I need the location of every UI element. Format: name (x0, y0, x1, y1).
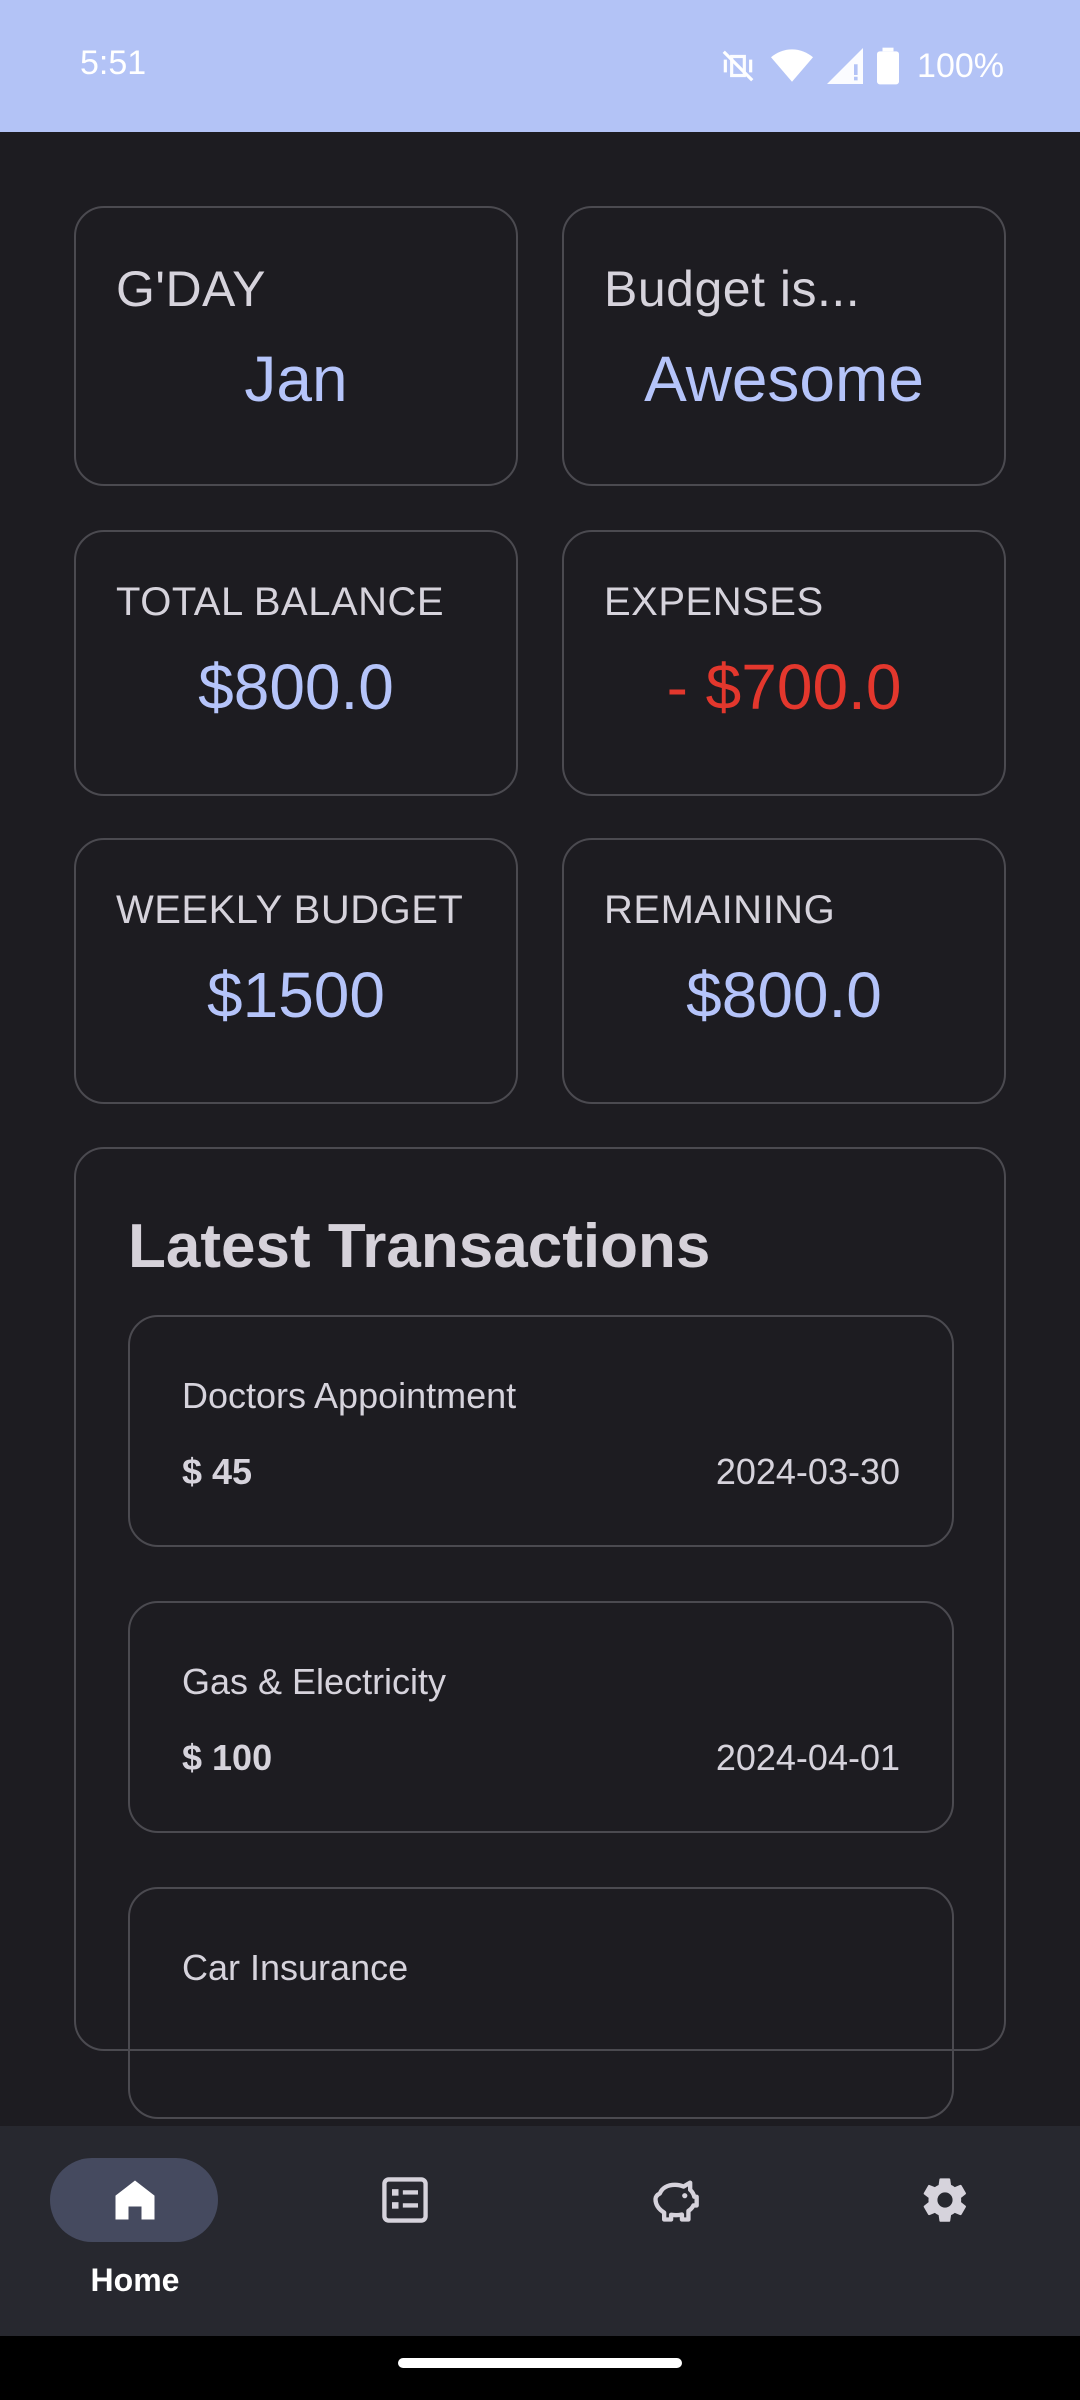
nav-item-savings[interactable] (540, 2126, 810, 2336)
expenses-value: - $700.0 (666, 651, 902, 723)
vibrate-off-icon (722, 50, 754, 82)
status-time: 5:51 (80, 44, 147, 82)
battery-percentage: 100% (917, 46, 1004, 85)
status-bar: 5:51 100% (0, 0, 1080, 132)
transaction-date: 2024-04-01 (715, 1737, 900, 1778)
expenses-label: EXPENSES (604, 580, 824, 624)
transaction-item[interactable]: Gas & Electricity $ 100 2024-04-01 (128, 1601, 954, 1833)
budget-status-label: Budget is... (604, 261, 861, 317)
transaction-date: 2024-03-30 (715, 1451, 900, 1492)
total-balance-card: TOTAL BALANCE $800.0 (74, 530, 518, 796)
transaction-name: Car Insurance (182, 1947, 409, 1988)
greeting-card: G'DAY Jan (74, 206, 518, 486)
gesture-navigation-area (0, 2336, 1080, 2400)
battery-icon (877, 47, 900, 85)
signal-icon (827, 48, 864, 84)
settings-icon (923, 2178, 966, 2222)
remaining-value: $800.0 (686, 959, 882, 1031)
home-icon (115, 2180, 155, 2220)
nav-item-settings[interactable] (810, 2126, 1080, 2336)
transaction-amount: $ 45 (182, 1451, 253, 1492)
transaction-name: Doctors Appointment (182, 1375, 517, 1416)
transaction-name: Gas & Electricity (182, 1661, 447, 1702)
transaction-item[interactable]: Doctors Appointment $ 45 2024-03-30 (128, 1315, 954, 1547)
nav-item-home[interactable]: Home (0, 2126, 270, 2336)
bottom-navigation: Home (0, 2126, 1080, 2336)
transaction-item[interactable]: Car Insurance (128, 1887, 954, 2119)
gesture-handle[interactable] (398, 2358, 682, 2368)
wifi-icon (771, 49, 814, 82)
transaction-amount: $ 100 (182, 1737, 273, 1778)
list-icon (382, 2177, 428, 2223)
transactions-list[interactable]: Doctors Appointment $ 45 2024-03-30 Gas … (128, 1315, 954, 2147)
budget-status-value: Awesome (644, 343, 924, 415)
weekly-budget-label: WEEKLY BUDGET (116, 888, 464, 932)
piggy-bank-icon (653, 2180, 699, 2222)
greeting-label: G'DAY (116, 261, 267, 317)
remaining-label: REMAINING (604, 888, 836, 932)
nav-item-transactions[interactable] (270, 2126, 540, 2336)
weekly-budget-value: $1500 (207, 959, 385, 1031)
status-icons: 100% (719, 40, 1004, 92)
weekly-budget-card: WEEKLY BUDGET $1500 (74, 838, 518, 1104)
budget-status-card: Budget is... Awesome (562, 206, 1006, 486)
total-balance-value: $800.0 (198, 651, 394, 723)
latest-transactions-panel: Latest Transactions Doctors Appointment … (74, 1147, 1006, 2119)
total-balance-label: TOTAL BALANCE (116, 580, 445, 624)
nav-label-home: Home (90, 2262, 180, 2298)
user-name: Jan (244, 343, 348, 415)
expenses-card: EXPENSES - $700.0 (562, 530, 1006, 796)
remaining-card: REMAINING $800.0 (562, 838, 1006, 1104)
latest-transactions-title: Latest Transactions (128, 1212, 711, 1281)
